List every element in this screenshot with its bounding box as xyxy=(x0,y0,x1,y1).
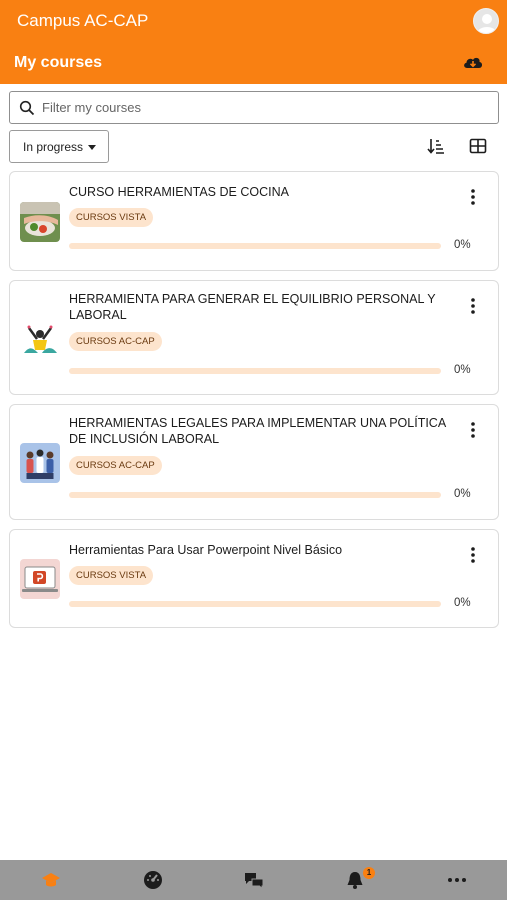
user-avatar-icon xyxy=(477,14,497,33)
course-category-badge: CURSOS AC-CAP xyxy=(69,456,162,475)
group-of-people-icon xyxy=(20,443,60,483)
course-progress-bar xyxy=(69,492,441,498)
notifications-badge: 1 xyxy=(363,867,375,879)
grid-view-icon[interactable] xyxy=(469,138,487,154)
filter-selected-label: In progress xyxy=(23,140,84,154)
messages-icon[interactable] xyxy=(243,870,265,890)
course-name[interactable]: HERRAMIENTAS LEGALES PARA IMPLEMENTAR UN… xyxy=(69,415,459,447)
caret-down-icon xyxy=(88,145,96,150)
course-options-icon[interactable] xyxy=(469,188,477,206)
user-avatar[interactable] xyxy=(473,8,499,34)
course-category-badge: CURSOS VISTA xyxy=(69,566,154,585)
course-name[interactable]: HERRAMIENTA PARA GENERAR EL EQUILIBRIO P… xyxy=(69,291,459,323)
site-title: Campus AC-CAP xyxy=(17,11,149,30)
course-progress-bar xyxy=(69,368,441,374)
progress-filter-select[interactable]: In progress xyxy=(9,130,109,163)
course-card[interactable]: CURSO HERRAMIENTAS DE COCINA CURSOS VIST… xyxy=(9,171,499,271)
more-icon[interactable] xyxy=(446,870,468,890)
cooking-photo-icon xyxy=(20,202,60,242)
course-progress-bar xyxy=(69,601,441,607)
course-progress-bar xyxy=(69,243,441,249)
powerpoint-laptop-icon xyxy=(20,559,60,599)
course-options-icon[interactable] xyxy=(469,421,477,439)
course-thumbnail xyxy=(20,202,60,242)
search-field[interactable] xyxy=(9,91,499,124)
course-category-badge: CURSOS VISTA xyxy=(69,208,154,227)
course-thumbnail xyxy=(20,443,60,483)
course-category-badge: CURSOS AC-CAP xyxy=(69,332,162,351)
course-thumbnail xyxy=(20,559,60,599)
page-title: My courses xyxy=(14,54,103,71)
course-name[interactable]: CURSO HERRAMIENTAS DE COCINA xyxy=(69,184,459,200)
course-progress-percent: 0% xyxy=(454,239,471,251)
course-name[interactable]: Herramientas Para Usar Powerpoint Nivel … xyxy=(69,542,459,558)
my-courses-icon[interactable] xyxy=(40,870,62,890)
dashboard-icon[interactable] xyxy=(142,870,164,890)
course-progress-percent: 0% xyxy=(454,597,471,609)
search-input[interactable] xyxy=(42,95,482,120)
course-options-icon[interactable] xyxy=(469,297,477,315)
course-thumbnail xyxy=(20,319,60,359)
course-card[interactable]: HERRAMIENTA PARA GENERAR EL EQUILIBRIO P… xyxy=(9,280,499,395)
search-icon xyxy=(19,100,35,116)
celebrating-person-icon xyxy=(20,319,60,359)
course-card[interactable]: HERRAMIENTAS LEGALES PARA IMPLEMENTAR UN… xyxy=(9,404,499,520)
cloud-download-icon[interactable] xyxy=(462,53,484,71)
app-header: Campus AC-CAP My courses xyxy=(0,0,507,84)
sort-icon[interactable] xyxy=(427,138,445,154)
course-progress-percent: 0% xyxy=(454,364,471,376)
course-options-icon[interactable] xyxy=(469,546,477,564)
bottom-tab-bar xyxy=(0,860,507,900)
course-card[interactable]: Herramientas Para Usar Powerpoint Nivel … xyxy=(9,529,499,628)
course-progress-percent: 0% xyxy=(454,488,471,500)
